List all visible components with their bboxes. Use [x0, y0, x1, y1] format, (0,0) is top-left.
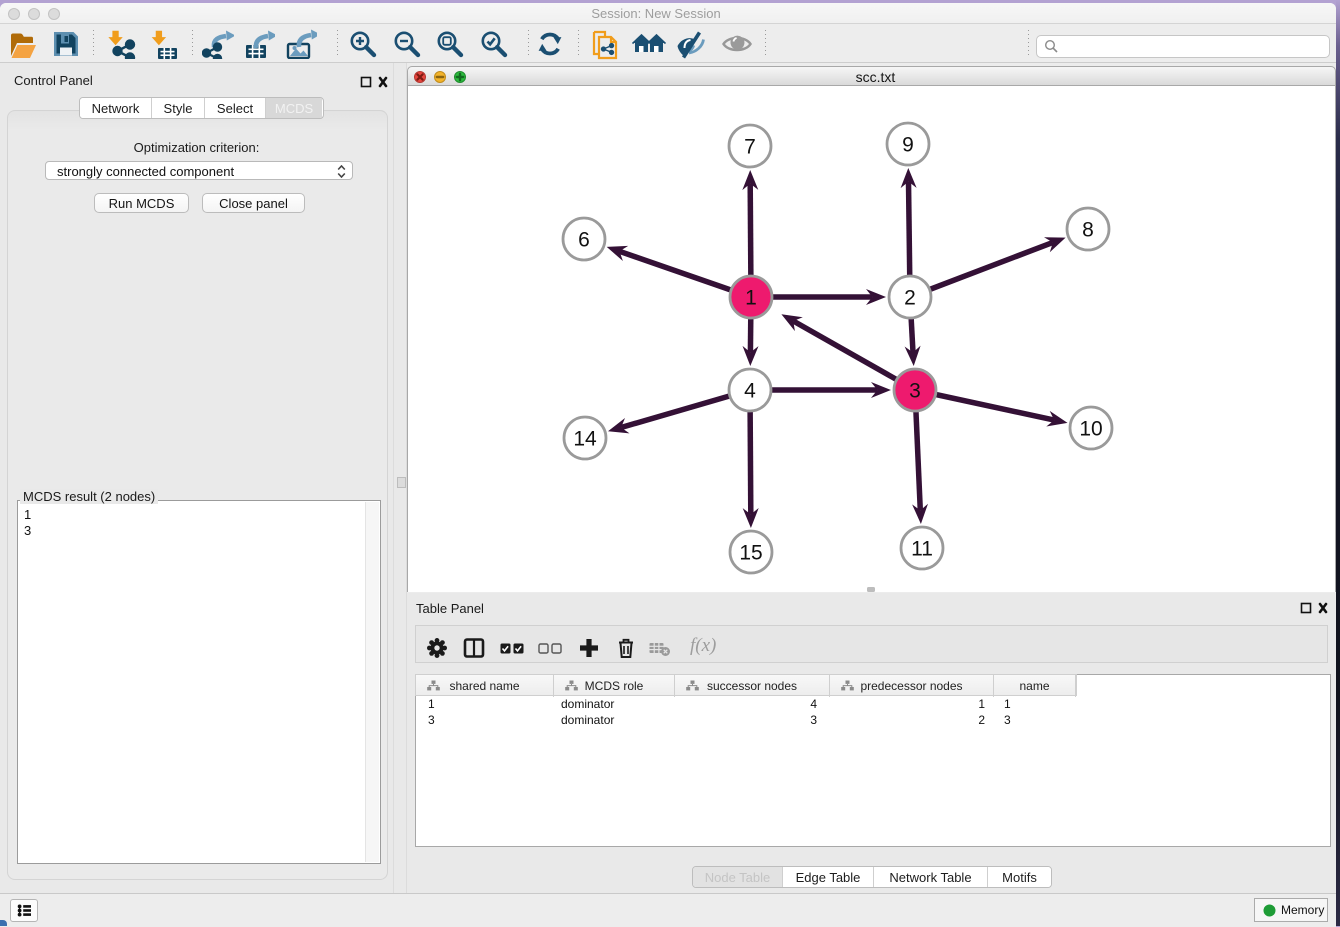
svg-text:11: 11	[911, 538, 933, 561]
svg-text:1: 1	[745, 287, 757, 310]
svg-text:10: 10	[1079, 418, 1102, 441]
svg-text:4: 4	[744, 380, 756, 403]
svg-text:15: 15	[739, 542, 762, 565]
svg-text:7: 7	[744, 136, 756, 159]
svg-text:6: 6	[578, 229, 590, 252]
svg-text:3: 3	[909, 380, 921, 403]
svg-text:8: 8	[1082, 219, 1094, 242]
svg-text:2: 2	[904, 287, 916, 310]
svg-text:9: 9	[902, 134, 914, 157]
svg-text:14: 14	[573, 428, 597, 451]
